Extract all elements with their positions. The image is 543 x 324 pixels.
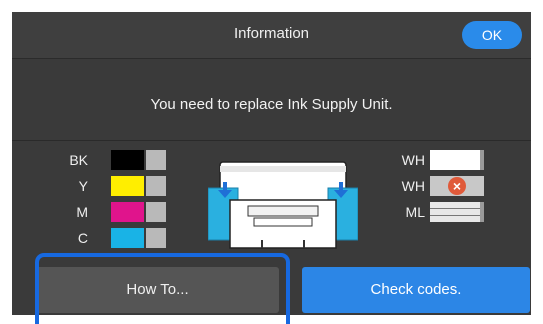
ink-label: WH: [401, 178, 425, 194]
ink-swatch-magenta: [111, 202, 144, 222]
replace-message: You need to replace Ink Supply Unit.: [150, 96, 393, 113]
dialog-title: Information: [233, 25, 310, 42]
ink-label: Y: [78, 178, 88, 194]
ink-level-gauge: [146, 228, 166, 248]
ink-swatch-black: [111, 150, 144, 170]
ink-swatch-yellow: [111, 176, 144, 196]
ink-level-gauge: [430, 150, 484, 170]
title-bar: Information OK: [12, 12, 531, 59]
ink-swatch-cyan: [111, 228, 144, 248]
ink-label: WH: [401, 152, 425, 168]
highlight-frame: [35, 253, 290, 324]
ink-level-gauge: [146, 176, 166, 196]
error-x-icon: ×: [448, 177, 466, 195]
divider: [12, 140, 531, 141]
ink-level-gauge: [430, 202, 484, 222]
ink-label: ML: [405, 204, 425, 220]
ink-label: BK: [69, 152, 88, 168]
ink-level-gauge: [146, 150, 166, 170]
ink-label: M: [76, 204, 88, 220]
check-codes-button[interactable]: Check codes.: [302, 267, 530, 313]
ok-button[interactable]: OK: [462, 21, 522, 49]
ink-level-gauge: [146, 202, 166, 222]
ink-level-gauge: ×: [430, 176, 484, 196]
ink-label: C: [77, 230, 88, 246]
